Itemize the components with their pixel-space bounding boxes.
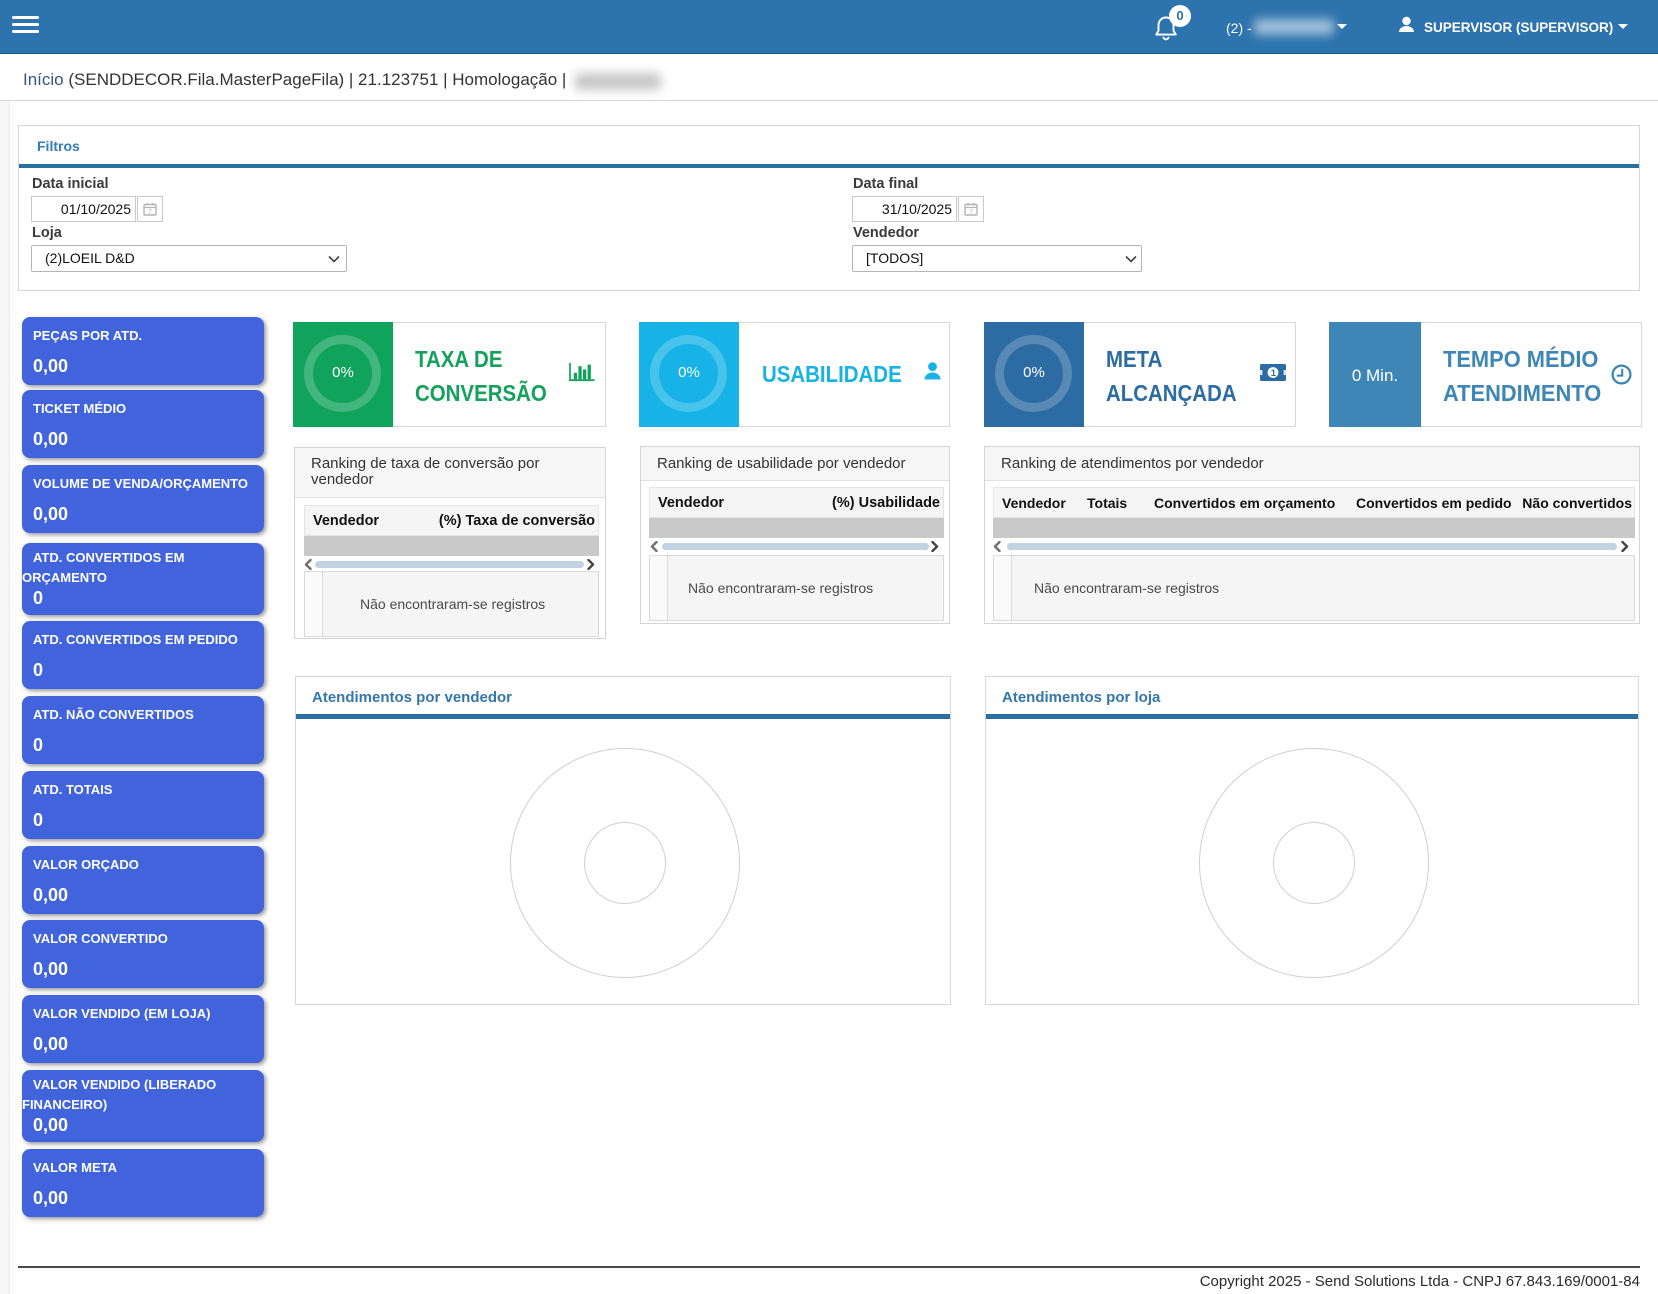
svg-text:1: 1 <box>1271 368 1277 379</box>
